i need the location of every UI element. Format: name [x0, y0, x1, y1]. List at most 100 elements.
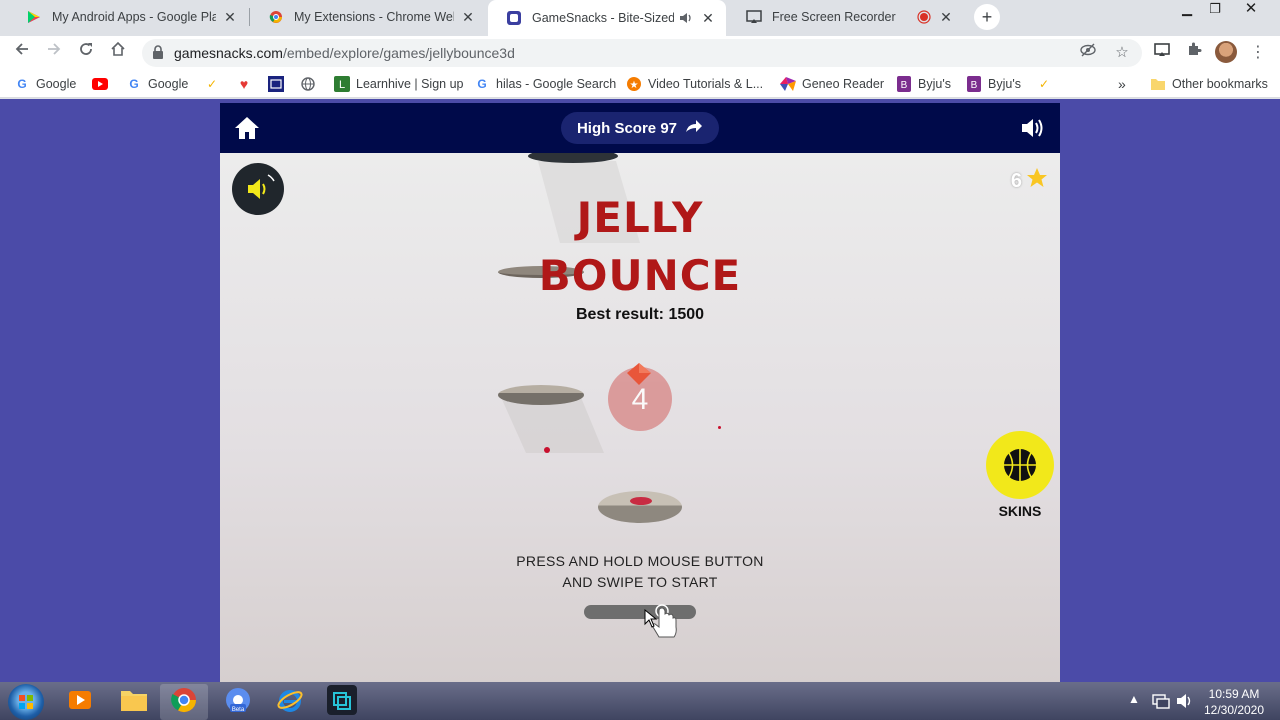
- speaker-icon[interactable]: [678, 10, 694, 26]
- back-icon[interactable]: [10, 41, 34, 65]
- tab-title: My Android Apps - Google Play: [52, 10, 216, 24]
- other-bookmarks[interactable]: Other bookmarks: [1150, 75, 1268, 93]
- byjus-icon: B: [896, 76, 912, 92]
- taskbar-clock[interactable]: 10:59 AM 12/30/2020: [1196, 686, 1272, 718]
- bookmark-label: Learnhive | Sign up: [356, 77, 464, 91]
- bookmark-google[interactable]: G Google: [14, 75, 76, 93]
- svg-text:B: B: [971, 80, 978, 91]
- taskbar-explorer[interactable]: [110, 684, 158, 720]
- bookmark-hilas-search[interactable]: G hilas - Google Search: [474, 75, 616, 93]
- star-badge-icon: ★: [626, 76, 642, 92]
- close-tab-icon[interactable]: ✕: [460, 9, 476, 25]
- bookmark-star-icon[interactable]: ☆: [1112, 43, 1132, 63]
- taskbar-internet-explorer[interactable]: [266, 684, 314, 720]
- close-tab-icon[interactable]: ✕: [938, 9, 954, 25]
- tab-gamesnacks[interactable]: GameSnacks - Bite-Sized Gar ✕: [488, 0, 726, 36]
- mouse-cursor-icon: [644, 609, 658, 628]
- tab-title: My Extensions - Chrome Web St: [294, 10, 454, 24]
- menu-icon[interactable]: ⋮: [1246, 41, 1270, 65]
- eye-off-icon[interactable]: [1078, 43, 1098, 63]
- bookmark-youtube[interactable]: [92, 75, 114, 93]
- bookmark-dh[interactable]: [268, 75, 290, 93]
- svg-text:Beta: Beta: [232, 707, 245, 713]
- bookmark-label: Google: [148, 77, 189, 91]
- tab-screen-recorder[interactable]: Free Screen Recorder ✕: [728, 0, 964, 34]
- close-tab-icon[interactable]: ✕: [700, 10, 716, 26]
- tab-chrome-web-store[interactable]: My Extensions - Chrome Web St ✕: [250, 0, 486, 34]
- high-score-button[interactable]: High Score 97: [561, 112, 719, 144]
- game-canvas[interactable]: JELLY BOUNCE Best result: 1500 6 4 SKINS…: [220, 153, 1060, 682]
- bookmark-geneo-reader[interactable]: Geneo Reader: [780, 75, 884, 93]
- svg-text:B: B: [901, 80, 908, 91]
- start-button[interactable]: [8, 684, 44, 720]
- tray-expand-icon[interactable]: ▲: [1128, 692, 1140, 706]
- bookmark-byjus-2[interactable]: B Byju's: [966, 75, 1021, 93]
- clock-time: 10:59 AM: [1208, 687, 1260, 701]
- globe-icon: [300, 76, 316, 92]
- internet-explorer-icon: [276, 686, 304, 719]
- mute-button[interactable]: [232, 163, 284, 215]
- bookmarks-overflow-button[interactable]: »: [1118, 75, 1126, 93]
- gamesnacks-icon: [506, 10, 522, 26]
- cast-icon[interactable]: [1150, 41, 1174, 65]
- game-title-line2: BOUNCE: [538, 251, 742, 300]
- best-result: Best result: 1500: [575, 306, 705, 323]
- new-tab-button[interactable]: +: [974, 4, 1000, 30]
- cast-icon: [746, 9, 762, 25]
- extensions-icon[interactable]: [1182, 41, 1206, 65]
- bookmark-checkmark-2[interactable]: ✓: [1036, 75, 1058, 93]
- jelly-drop: [718, 426, 721, 429]
- home-icon[interactable]: [106, 41, 130, 65]
- bookmark-google-2[interactable]: G Google: [126, 75, 188, 93]
- restore-icon[interactable]: ❐: [1200, 0, 1230, 20]
- volume-icon[interactable]: [1176, 693, 1194, 712]
- close-tab-icon[interactable]: ✕: [222, 9, 238, 25]
- bookmark-byjus[interactable]: B Byju's: [896, 75, 951, 93]
- taskbar-app[interactable]: [318, 684, 366, 720]
- lock-icon[interactable]: [152, 45, 166, 61]
- skins-label[interactable]: SKINS: [980, 503, 1060, 519]
- taskbar-media-player[interactable]: [56, 684, 104, 720]
- stars-count: 6: [1010, 169, 1022, 192]
- instruction-line2: AND SWIPE TO START: [562, 574, 718, 590]
- forward-icon[interactable]: [42, 41, 66, 65]
- network-icon[interactable]: [1152, 693, 1170, 712]
- address-bar[interactable]: gamesnacks.com/embed/explore/games/jelly…: [142, 39, 1142, 67]
- byjus-icon: B: [966, 76, 982, 92]
- folder-icon: [119, 687, 149, 718]
- bookmark-video-tutorials[interactable]: ★ Video Tutorials & L...: [626, 75, 763, 93]
- speaker-icon: [248, 174, 275, 199]
- google-icon: G: [17, 77, 27, 91]
- chrome-web-store-icon: [268, 9, 284, 25]
- svg-text:★: ★: [630, 80, 639, 91]
- home-icon[interactable]: [234, 116, 260, 140]
- page-content: High Score 97 JELLY BOUNCE Best result: …: [0, 99, 1280, 682]
- sound-icon[interactable]: [1020, 117, 1044, 139]
- reload-icon[interactable]: [74, 41, 98, 65]
- bookmark-label: hilas - Google Search: [496, 77, 617, 91]
- chrome-beta-icon: Beta: [224, 686, 252, 719]
- bookmark-heart[interactable]: ♥: [236, 75, 258, 93]
- checkmark-icon: ✓: [206, 77, 218, 91]
- bookmark-learnhive[interactable]: L Learnhive | Sign up: [334, 75, 464, 93]
- jelly-splat: [630, 497, 652, 505]
- bookmark-label: Byju's: [918, 77, 951, 91]
- recording-icon: [916, 9, 932, 25]
- media-player-icon: [66, 686, 94, 719]
- profile-avatar[interactable]: [1215, 41, 1237, 63]
- skins-button[interactable]: [986, 431, 1054, 499]
- bookmark-label: Google: [36, 77, 77, 91]
- taskbar-chrome-beta[interactable]: Beta: [214, 684, 262, 720]
- bookmark-globe[interactable]: [300, 75, 322, 93]
- bookmark-checkmark[interactable]: ✓: [204, 75, 226, 93]
- svg-text:L: L: [339, 79, 345, 91]
- minimize-icon[interactable]: ▁: [1172, 0, 1202, 20]
- app-icon: [327, 684, 357, 720]
- taskbar-chrome[interactable]: [160, 684, 208, 720]
- close-window-icon[interactable]: ✕: [1236, 0, 1266, 20]
- bookmark-label: Other bookmarks: [1172, 77, 1268, 91]
- tab-title: GameSnacks - Bite-Sized Gar: [532, 11, 674, 25]
- tab-google-play[interactable]: My Android Apps - Google Play ✕: [8, 0, 248, 34]
- windows-logo-icon: [19, 695, 33, 709]
- instruction-line1: PRESS AND HOLD MOUSE BUTTON: [516, 553, 764, 569]
